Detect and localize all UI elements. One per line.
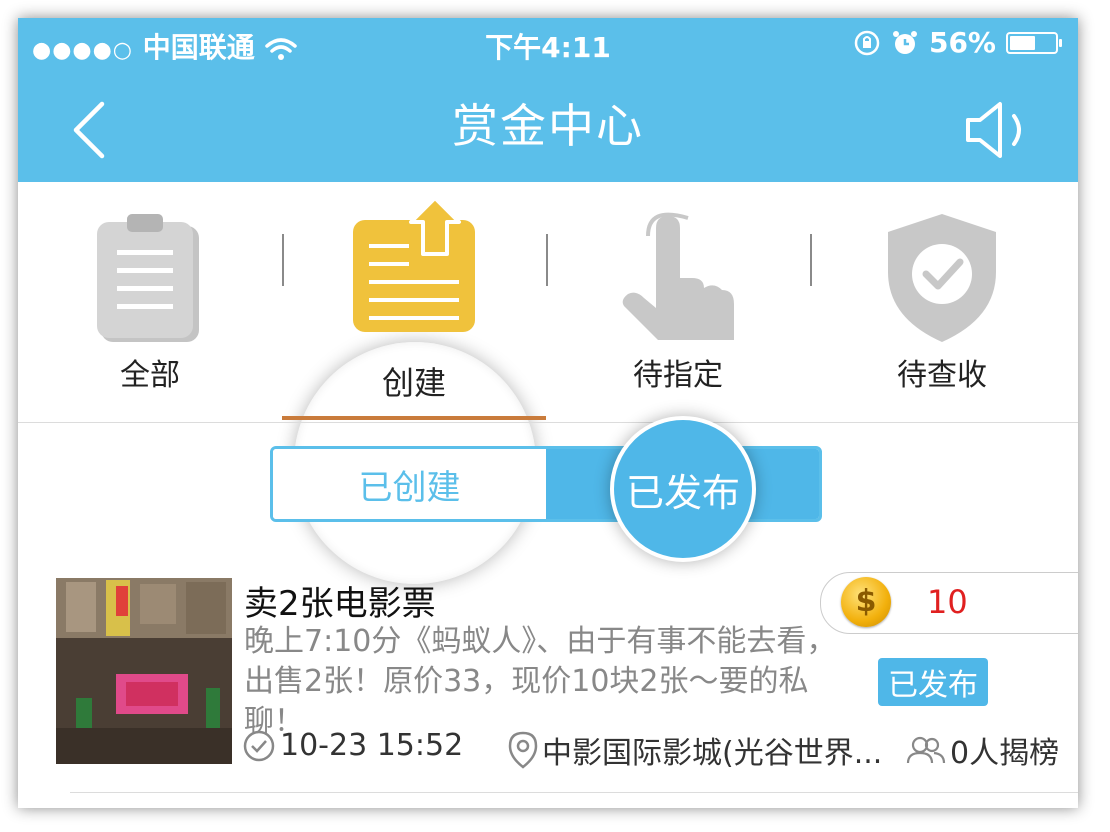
speaker-icon — [966, 102, 1021, 158]
category-tabs: 全部 创建 待指定 待查收 — [18, 182, 1078, 584]
divider — [70, 792, 1078, 793]
item-thumbnail — [56, 578, 232, 764]
item-participants: 0人揭榜 — [906, 728, 1059, 772]
battery-icon — [1006, 31, 1062, 54]
tab-pending-accept[interactable]: 待查收 — [810, 182, 1074, 422]
battery-percent: 56% — [928, 26, 996, 59]
active-tab-indicator — [282, 416, 546, 420]
rotation-lock-icon — [854, 30, 880, 55]
divider — [18, 422, 1078, 423]
battery-level — [1010, 35, 1035, 50]
item-description: 晚上7:10分《蚂蚁人》、由于有事不能去看，出售2张！原价33，现价10块2张～… — [244, 624, 837, 739]
tab-all[interactable]: 全部 — [18, 182, 282, 422]
item-location: 中影国际影城(光谷世界... — [508, 728, 882, 772]
shield-check-icon — [888, 214, 996, 342]
tab-create-label: 创建 — [381, 364, 446, 402]
gold-coin-icon: $ — [841, 577, 891, 627]
segment-published-magnified[interactable]: 已发布 — [610, 416, 756, 562]
create-document-icon — [353, 196, 475, 332]
item-time-text: 10-23 15:52 — [280, 728, 464, 763]
status-right: 56% — [853, 26, 1062, 59]
tab-create[interactable]: 创建 — [282, 182, 546, 422]
tab-pending-assign[interactable]: 待指定 — [546, 182, 810, 422]
reward-pill: $ 10 — [820, 572, 1078, 634]
alarm-icon — [892, 30, 917, 54]
page-title: 赏金中心 — [452, 99, 644, 153]
app-screen: ●●●●○ 中国联通 下午4:11 56% 赏金中心 全部 创建 待指定 待查收… — [18, 18, 1078, 808]
item-location-text: 中影国际影城(光谷世界... — [542, 736, 883, 771]
mall-photo-image — [56, 578, 232, 764]
tab-pending-accept-label: 待查收 — [897, 358, 987, 393]
clock-check-icon — [243, 730, 275, 761]
reward-amount: 10 — [927, 583, 968, 621]
segment-created[interactable]: 已创建 — [273, 449, 546, 519]
item-title: 卖2张电影票 — [244, 584, 436, 624]
status-badge: 已发布 — [878, 658, 988, 706]
speaker-button[interactable] — [962, 100, 1034, 160]
pointing-hand-icon — [622, 212, 734, 340]
list-item[interactable]: 卖2张电影票 晚上7:10分《蚂蚁人》、由于有事不能去看，出售2张！原价33，现… — [18, 568, 1078, 796]
item-participants-text: 0人揭榜 — [950, 736, 1060, 771]
tab-all-label: 全部 — [120, 358, 180, 393]
item-time: 10-23 15:52 — [242, 728, 463, 763]
clipboard-icon — [97, 214, 199, 342]
tab-pending-assign-label: 待指定 — [633, 358, 723, 393]
header-bar: ●●●●○ 中国联通 下午4:11 56% 赏金中心 — [18, 18, 1078, 182]
people-icon — [906, 736, 946, 764]
location-pin-icon — [508, 731, 538, 769]
